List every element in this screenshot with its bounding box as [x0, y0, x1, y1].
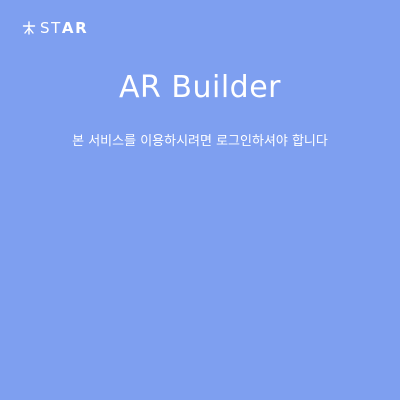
brand-logo[interactable]: STAR [22, 18, 88, 38]
brand-name-light: ST [40, 19, 62, 37]
page-title: AR Builder [118, 70, 281, 105]
brand-name-bold: AR [61, 19, 89, 37]
brand-name: STAR [40, 18, 88, 38]
star-logo-icon [22, 21, 36, 35]
login-required-message: 본 서비스를 이용하시려면 로그인하셔야 합니다 [72, 134, 328, 149]
